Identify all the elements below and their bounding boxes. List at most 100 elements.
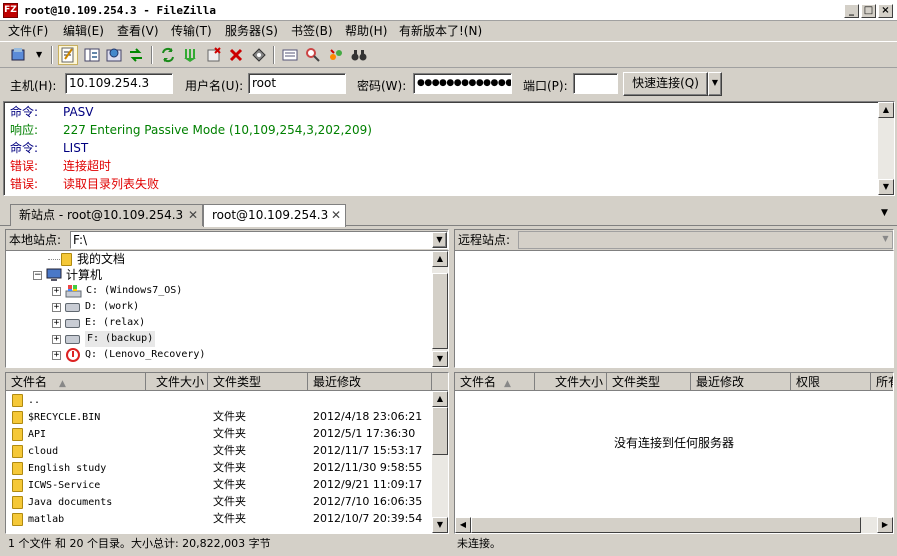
table-row[interactable]: ..: [6, 391, 40, 408]
menu-file[interactable]: 文件(F): [8, 23, 48, 39]
scroll-right-button[interactable]: ▶: [877, 517, 893, 533]
table-row[interactable]: English study 文件夹 2012/11/30 9:58:55: [6, 459, 422, 476]
quickconnect-button[interactable]: 快速连接(Q): [623, 72, 708, 96]
column-filetype[interactable]: 文件类型: [607, 373, 691, 391]
table-row[interactable]: Java documents 文件夹 2012/7/10 16:06:35: [6, 493, 422, 510]
directory-listing-filter-button[interactable]: [280, 45, 300, 65]
menu-new-version[interactable]: 有新版本了!(N): [399, 23, 482, 39]
log-line: 命令: LIST: [10, 141, 89, 155]
password-input[interactable]: ●●●●●●●●●●●●●●: [413, 73, 512, 94]
table-row[interactable]: $RECYCLE.BIN 文件夹 2012/4/18 23:06:21: [6, 408, 422, 425]
table-row[interactable]: API 文件夹 2012/5/1 17:36:30: [6, 425, 415, 442]
toggle-log-button[interactable]: [58, 45, 78, 65]
column-permissions[interactable]: 权限: [791, 373, 871, 391]
tab-root-connection[interactable]: root@10.109.254.3 ✕: [203, 204, 346, 227]
tree-item-drive-q[interactable]: + Q: (Lenovo_Recovery): [52, 347, 205, 363]
menu-help[interactable]: 帮助(H): [345, 23, 387, 39]
expand-icon[interactable]: +: [52, 318, 61, 328]
table-row[interactable]: matlab 文件夹 2012/10/7 20:39:54: [6, 510, 422, 527]
local-list-scrollbar[interactable]: ▲ ▼: [432, 391, 448, 533]
site-manager-button[interactable]: [10, 45, 30, 65]
scroll-down-button[interactable]: ▼: [432, 517, 448, 533]
menu-edit[interactable]: 编辑(E): [63, 23, 104, 39]
scroll-left-button[interactable]: ◀: [455, 517, 471, 533]
quickconnect-dropdown-button[interactable]: ▼: [708, 72, 722, 96]
toggle-remote-tree-button[interactable]: [104, 45, 124, 65]
close-tab-icon[interactable]: ✕: [188, 205, 198, 225]
tab-new-site[interactable]: 新站点 - root@10.109.254.3 ✕: [10, 204, 203, 226]
scroll-thumb[interactable]: [471, 517, 861, 533]
menu-server[interactable]: 服务器(S): [225, 23, 278, 39]
tree-item-drive-c[interactable]: + C: (Windows7_OS): [52, 283, 182, 299]
log-scrollbar[interactable]: ▲ ▼: [878, 102, 894, 195]
column-modified[interactable]: 最近修改: [308, 373, 432, 391]
local-path-dropdown[interactable]: ▼: [432, 232, 447, 248]
not-connected-message: 没有连接到任何服务器: [613, 436, 734, 450]
remote-path-input[interactable]: [518, 231, 893, 249]
tree-item-drive-e[interactable]: + E: (relax): [52, 315, 145, 331]
toggle-local-tree-button[interactable]: [82, 45, 102, 65]
filezilla-logo-icon: FZ: [3, 3, 18, 18]
minimize-button[interactable]: _: [844, 4, 859, 18]
expand-icon[interactable]: +: [52, 286, 61, 296]
scroll-up-button[interactable]: ▲: [432, 391, 448, 407]
scroll-up-button[interactable]: ▲: [878, 102, 894, 118]
column-filesize[interactable]: 文件大小: [146, 373, 208, 391]
compare-directories-button[interactable]: [303, 45, 323, 65]
column-filename[interactable]: 文件名 ▲: [6, 373, 146, 391]
tab-list-dropdown-icon[interactable]: ▼: [881, 208, 888, 218]
scroll-thumb[interactable]: [432, 407, 448, 455]
refresh-button[interactable]: [158, 45, 178, 65]
disconnect-button[interactable]: [226, 45, 246, 65]
tree-item-drive-f[interactable]: + F: (backup): [52, 331, 156, 347]
close-tab-icon[interactable]: ✕: [331, 205, 341, 225]
port-input[interactable]: [573, 73, 618, 94]
local-file-list[interactable]: 文件名 ▲ 文件大小 文件类型 最近修改 .. $RECYCLE.BIN 文件夹 20…: [5, 372, 449, 534]
column-filesize[interactable]: 文件大小: [535, 373, 607, 391]
remote-path-dropdown[interactable]: ▼: [878, 232, 893, 248]
menu-bar: 文件(F) 编辑(E) 查看(V) 传输(T) 服务器(S) 书签(B) 帮助(…: [0, 21, 897, 41]
host-input[interactable]: 10.109.254.3: [65, 73, 173, 94]
tree-item-computer[interactable]: − 计算机: [33, 267, 102, 283]
username-input[interactable]: root: [248, 73, 346, 94]
remote-file-list[interactable]: 文件名▲ 文件大小 文件类型 最近修改 权限 所有 没有连接到任何服务器 ◀ ▶: [454, 372, 894, 534]
local-tree[interactable]: 我的文档 − 计算机 + C: (Windows7_OS) + D: (work…: [5, 250, 449, 368]
cancel-button[interactable]: [204, 45, 224, 65]
process-queue-button[interactable]: [180, 45, 200, 65]
synchronized-browsing-button[interactable]: [326, 45, 346, 65]
local-tree-scrollbar[interactable]: ▲ ▼: [432, 251, 448, 367]
scroll-down-button[interactable]: ▼: [432, 351, 448, 367]
column-filetype[interactable]: 文件类型: [208, 373, 308, 391]
tree-item-drive-d[interactable]: + D: (work): [52, 299, 139, 315]
close-button[interactable]: ×: [878, 4, 893, 18]
column-modified[interactable]: 最近修改: [691, 373, 791, 391]
menu-transfer[interactable]: 传输(T): [171, 23, 212, 39]
site-manager-dropdown-icon[interactable]: ▼: [36, 50, 42, 59]
reconnect-button[interactable]: [249, 45, 269, 65]
remote-list-header: 文件名▲ 文件大小 文件类型 最近修改 权限 所有: [455, 373, 893, 391]
folder-icon: [12, 393, 23, 407]
table-row[interactable]: cloud 文件夹 2012/11/7 15:53:17: [6, 442, 422, 459]
toggle-queue-button[interactable]: [126, 45, 146, 65]
scroll-thumb[interactable]: [432, 273, 448, 349]
scroll-down-button[interactable]: ▼: [878, 179, 894, 195]
search-remote-button[interactable]: [349, 45, 369, 65]
filter-icon: [282, 49, 298, 61]
column-owner[interactable]: 所有: [871, 373, 893, 391]
remote-hscrollbar[interactable]: ◀ ▶: [455, 517, 893, 533]
sort-ascending-icon: ▲: [504, 379, 511, 389]
tree-item-documents[interactable]: 我的文档: [48, 251, 125, 267]
remote-tree[interactable]: [454, 250, 894, 368]
local-path-input[interactable]: F:\: [70, 231, 448, 249]
collapse-icon[interactable]: −: [33, 270, 42, 280]
compare-directories-icon: [306, 48, 320, 62]
menu-bookmarks[interactable]: 书签(B): [291, 23, 333, 39]
scroll-up-button[interactable]: ▲: [432, 251, 448, 267]
column-filename[interactable]: 文件名 ▲: [455, 373, 535, 391]
menu-view[interactable]: 查看(V): [117, 23, 159, 39]
maximize-button[interactable]: □: [861, 4, 876, 18]
expand-icon[interactable]: +: [52, 302, 61, 312]
expand-icon[interactable]: +: [52, 350, 61, 360]
expand-icon[interactable]: +: [52, 334, 61, 344]
table-row[interactable]: ICWS-Service 文件夹 2012/9/21 11:09:17: [6, 476, 422, 493]
